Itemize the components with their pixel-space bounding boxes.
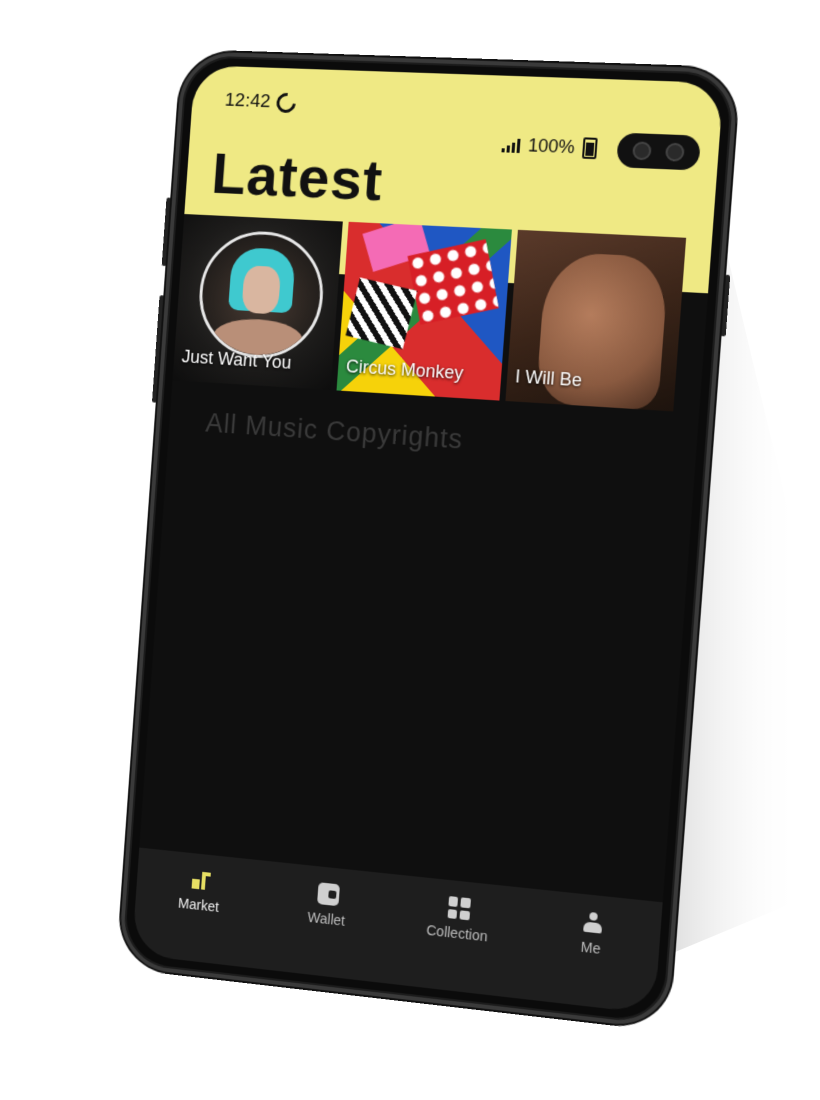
tab-label: Market bbox=[178, 895, 220, 915]
card-title: Circus Monkey bbox=[345, 356, 464, 384]
album-art bbox=[407, 239, 498, 324]
latest-carousel[interactable]: Just Want You Circus Monkey I Will Be bbox=[172, 214, 712, 418]
latest-card[interactable]: Just Want You bbox=[173, 214, 343, 390]
battery-icon bbox=[582, 137, 598, 159]
album-art bbox=[195, 229, 327, 362]
tab-label: Me bbox=[580, 939, 601, 957]
card-title: I Will Be bbox=[514, 366, 582, 391]
status-indicators: 100% bbox=[501, 134, 598, 159]
time-text: 12:42 bbox=[224, 90, 271, 113]
tab-market[interactable]: Market bbox=[151, 865, 249, 918]
front-camera-cutout bbox=[616, 133, 701, 171]
phone-screen: 12:42 100% Latest Just Want You Circus M… bbox=[132, 65, 724, 1014]
moon-icon bbox=[272, 89, 299, 117]
tab-label: Collection bbox=[426, 922, 488, 945]
section-subtitle: All Music Copyrights bbox=[205, 408, 465, 456]
phone-mockup: 12:42 100% Latest Just Want You Circus M… bbox=[118, 51, 740, 1030]
tab-collection[interactable]: Collection bbox=[407, 892, 510, 947]
collection-icon bbox=[447, 896, 470, 920]
bottom-tab-bar: Market Wallet Collection Me bbox=[132, 848, 663, 1014]
latest-card[interactable]: Circus Monkey bbox=[337, 222, 512, 401]
market-icon bbox=[189, 869, 211, 893]
tab-label: Wallet bbox=[307, 909, 345, 929]
person-icon bbox=[581, 910, 605, 935]
status-bar: 12:42 100% bbox=[190, 65, 724, 155]
battery-percentage: 100% bbox=[527, 135, 575, 158]
wallet-icon bbox=[317, 882, 340, 906]
tab-me[interactable]: Me bbox=[539, 906, 644, 961]
phone-frame: 12:42 100% Latest Just Want You Circus M… bbox=[118, 51, 740, 1030]
album-art bbox=[346, 277, 418, 349]
tab-wallet[interactable]: Wallet bbox=[277, 878, 377, 932]
latest-card[interactable]: I Will Be bbox=[505, 230, 686, 412]
status-time: 12:42 bbox=[224, 90, 296, 114]
signal-icon bbox=[501, 138, 520, 153]
page-title: Latest bbox=[210, 141, 386, 215]
